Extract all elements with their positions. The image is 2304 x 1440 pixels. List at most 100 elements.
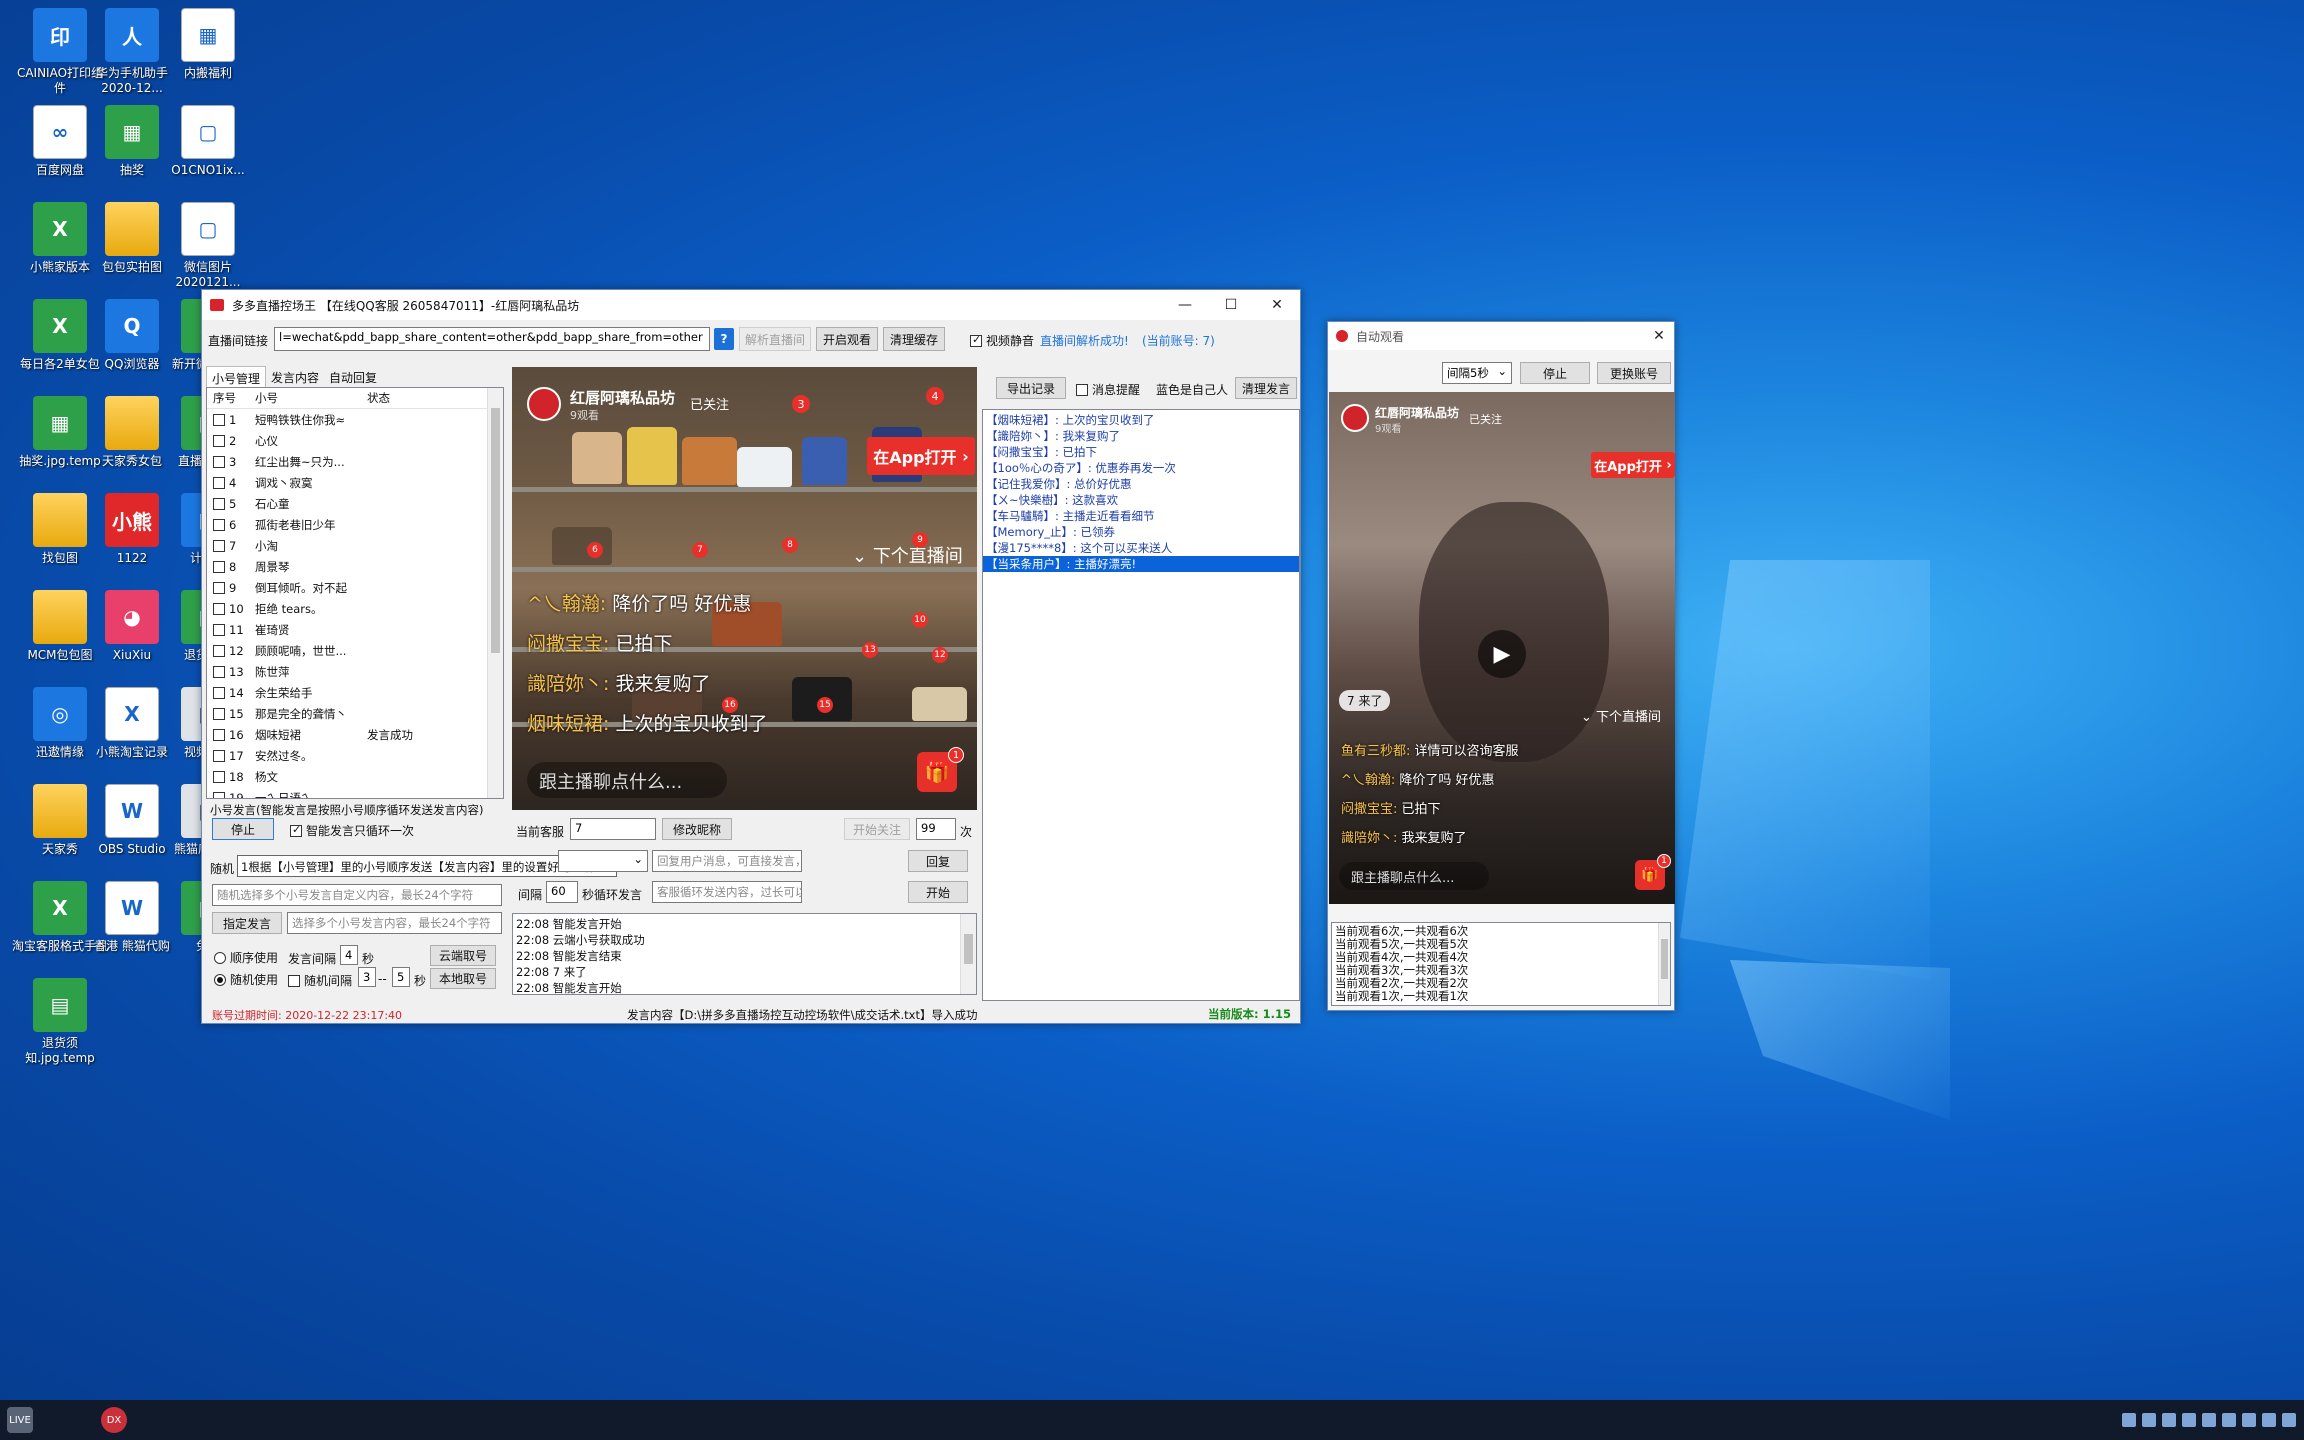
sequential-use-radio[interactable]: 顺序使用: [214, 949, 278, 966]
loop-content-input[interactable]: 客服循环发送内容，过长可以用|分割: [652, 881, 802, 903]
table-row[interactable]: 18 杨文: [207, 766, 503, 787]
table-row[interactable]: 10 拒绝 tears。: [207, 598, 503, 619]
table-row[interactable]: 13 陈世萍: [207, 661, 503, 682]
row-checkbox[interactable]: [213, 539, 225, 552]
mute-checkbox[interactable]: 视频静音: [970, 332, 1034, 349]
close-button[interactable]: ✕: [1644, 321, 1674, 351]
table-row[interactable]: 2 心仪: [207, 430, 503, 451]
start-watch-button[interactable]: 开启观看: [816, 327, 878, 351]
next-room-button[interactable]: ⌄ 下个直播间: [1581, 706, 1661, 725]
row-checkbox[interactable]: [213, 560, 225, 573]
table-row[interactable]: 5 石心童: [207, 493, 503, 514]
row-checkbox[interactable]: [213, 434, 225, 447]
tray-icon[interactable]: [2242, 1413, 2256, 1427]
watch-log-scrollbar[interactable]: [1658, 923, 1670, 1005]
reply-target-select[interactable]: ⌄: [558, 850, 648, 872]
export-record-button[interactable]: 导出记录: [996, 377, 1066, 399]
desktop-icon[interactable]: ▦ 内搬福利: [160, 8, 256, 81]
chat-input[interactable]: 跟主播聊点什么...: [527, 762, 727, 798]
taskbar-app-live[interactable]: LIVE: [0, 1400, 40, 1440]
interval-select[interactable]: 间隔5秒 ⌄: [1442, 362, 1512, 384]
table-row[interactable]: 4 调戏丶寂寞: [207, 472, 503, 493]
chat-record-line[interactable]: 【烟味短裙】: 上次的宝贝收到了: [983, 412, 1299, 428]
chat-input[interactable]: 跟主播聊点什么...: [1339, 862, 1489, 890]
auto-watch-video[interactable]: 红唇阿璃私品坊 9观看 已关注 在App打开 › ▶ 7 来了 ⌄ 下个直播间 …: [1329, 392, 1675, 904]
table-row[interactable]: 7 小淘: [207, 535, 503, 556]
tray-icon[interactable]: [2202, 1413, 2216, 1427]
row-checkbox[interactable]: [213, 644, 225, 657]
table-row[interactable]: 12 顾顾呢喃，世世...: [207, 640, 503, 661]
chat-record-line[interactable]: 【漫175****8】: 这个可以买来送人: [983, 540, 1299, 556]
row-checkbox[interactable]: [213, 707, 225, 720]
row-checkbox[interactable]: [213, 686, 225, 699]
tray-icon[interactable]: [2222, 1413, 2236, 1427]
row-checkbox[interactable]: [213, 455, 225, 468]
row-checkbox[interactable]: [213, 623, 225, 636]
tray-icon[interactable]: [2262, 1413, 2276, 1427]
clear-speech-button[interactable]: 清理发言: [1235, 377, 1297, 399]
table-row[interactable]: 14 余生荣给手: [207, 682, 503, 703]
row-checkbox[interactable]: [213, 770, 225, 783]
chat-record-line[interactable]: 【1oo％心の奇ア】: 优惠券再发一次: [983, 460, 1299, 476]
tray-icon[interactable]: [2142, 1413, 2156, 1427]
tray-icon[interactable]: [2122, 1413, 2136, 1427]
smart-loop-checkbox[interactable]: 智能发言只循环一次: [290, 822, 414, 839]
auto-watch-titlebar[interactable]: 自动观看 ✕: [1328, 322, 1674, 350]
interval-input[interactable]: 4: [340, 945, 358, 965]
tray-icon[interactable]: [2162, 1413, 2176, 1427]
volume-icon[interactable]: [2282, 1413, 2296, 1427]
chat-record-line[interactable]: 【識陪妳丶】: 我来复购了: [983, 428, 1299, 444]
url-input[interactable]: l=wechat&pdd_bapp_share_content=other&pd…: [274, 327, 710, 351]
random-speech-input[interactable]: 随机选择多个小号发言自定义内容，最长24个字符: [212, 884, 502, 906]
rename-button[interactable]: 修改昵称: [662, 818, 732, 840]
random-interval-checkbox[interactable]: 随机间隔: [288, 972, 352, 989]
row-checkbox[interactable]: [213, 602, 225, 615]
loop-interval-input[interactable]: 60: [546, 881, 578, 903]
help-icon[interactable]: ?: [714, 328, 734, 350]
log-box[interactable]: 22:08 智能发言开始 22:08 云端小号获取成功 22:08 智能发言结束 22…: [512, 913, 977, 995]
follow-status[interactable]: 已关注: [1469, 411, 1502, 427]
notify-checkbox[interactable]: 消息提醒: [1076, 381, 1140, 398]
follow-count-input[interactable]: 99: [916, 818, 956, 840]
tray-icon[interactable]: [2182, 1413, 2196, 1427]
parse-room-button[interactable]: 解析直播间: [739, 327, 811, 351]
row-checkbox[interactable]: [213, 518, 225, 531]
taskbar-app-dx[interactable]: DX: [94, 1400, 134, 1440]
chat-record-line[interactable]: 【Memory_止】: 已领券: [983, 524, 1299, 540]
table-row[interactable]: 1 短鸭铁铁住你我≈: [207, 409, 503, 430]
start-follow-button[interactable]: 开始关注: [844, 818, 910, 840]
switch-account-button[interactable]: 更换账号: [1597, 362, 1671, 384]
table-row[interactable]: 6 孤街老巷旧少年: [207, 514, 503, 535]
row-checkbox[interactable]: [213, 665, 225, 678]
minimize-button[interactable]: —: [1162, 290, 1208, 320]
table-row[interactable]: 8 周景琴: [207, 556, 503, 577]
clear-cache-button[interactable]: 清理缓存: [883, 327, 945, 351]
cloud-fetch-button[interactable]: 云端取号: [430, 945, 496, 966]
chat-record-line[interactable]: 【记住我爱你】: 总价好优惠: [983, 476, 1299, 492]
row-checkbox[interactable]: [213, 791, 225, 798]
play-icon[interactable]: ▶: [1478, 630, 1526, 678]
table-row[interactable]: 19 一ㄟ日语ㄟ: [207, 787, 503, 798]
account-list[interactable]: 序号 小号 状态 1 短鸭铁铁住你我≈ 2 心仪 3 红尘出舞~只为... 4 调戏丶寂寞 5 石…: [206, 387, 504, 799]
follow-status[interactable]: 已关注: [690, 394, 729, 413]
next-room-button[interactable]: ⌄ 下个直播间: [852, 542, 963, 568]
desktop-icon[interactable]: ▤ 退货须知.jpg.temp: [12, 978, 108, 1066]
random-use-radio[interactable]: 随机使用: [214, 971, 278, 988]
list-scrollbar[interactable]: [487, 388, 503, 798]
chat-record-line[interactable]: 【闷撒宝宝】: 已拍下: [983, 444, 1299, 460]
main-titlebar[interactable]: 多多直播控场王 【在线QQ客服 2605847011】-红唇阿璃私品坊 — ☐ …: [202, 290, 1300, 320]
table-row[interactable]: 15 那是完全的聋情丶: [207, 703, 503, 724]
live-video[interactable]: 红唇阿璃私品坊 9观看 已关注 3 4 在App打开 › ⌄ 下个直播间 ^乀翰…: [512, 367, 977, 810]
assign-speech-input[interactable]: 选择多个小号发言内容，最长24个字符: [287, 912, 502, 934]
watch-log[interactable]: 当前观看6次,一共观看6次 当前观看5次,一共观看5次 当前观看4次,一共观看4次当…: [1331, 922, 1671, 1006]
row-checkbox[interactable]: [213, 728, 225, 741]
desktop-icon[interactable]: ▢ 微信图片2020121...: [160, 202, 256, 290]
desktop-icon[interactable]: ▢ O1CNO1ix...: [160, 105, 256, 178]
chat-record-line[interactable]: 【当采条用户】: 主播好漂亮!: [983, 556, 1299, 572]
maximize-button[interactable]: ☐: [1208, 290, 1254, 320]
stop-button[interactable]: 停止: [212, 818, 274, 840]
reply-button[interactable]: 回复: [908, 850, 968, 872]
assign-speech-button[interactable]: 指定发言: [212, 912, 282, 934]
row-checkbox[interactable]: [213, 749, 225, 762]
random-to-input[interactable]: 5: [392, 967, 410, 987]
